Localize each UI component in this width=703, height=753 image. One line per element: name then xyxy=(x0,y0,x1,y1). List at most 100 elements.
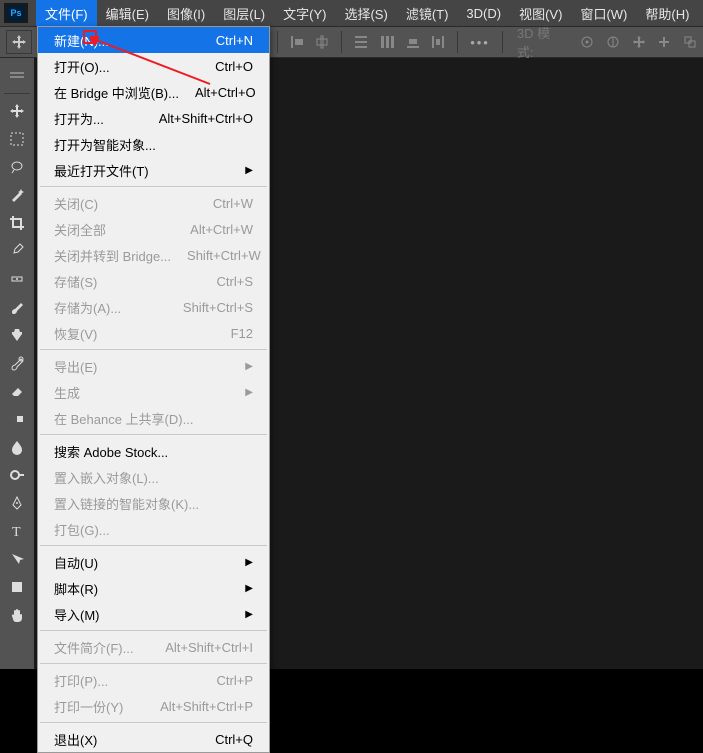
distribute-v-icon[interactable] xyxy=(374,30,400,54)
blur-tool-icon[interactable] xyxy=(2,434,32,460)
scale-icon[interactable] xyxy=(677,30,703,54)
brush-tool-icon[interactable] xyxy=(2,294,32,320)
menu-item-close[interactable]: 关闭(C) Ctrl+W xyxy=(38,190,269,216)
menu-filter[interactable]: 滤镜(T) xyxy=(397,0,458,26)
wand-tool-icon[interactable] xyxy=(2,182,32,208)
distribute-top-icon[interactable] xyxy=(348,30,374,54)
menu-item-open-as[interactable]: 打开为... Alt+Shift+Ctrl+O xyxy=(38,105,269,131)
menu-item-print[interactable]: 打印(P)... Ctrl+P xyxy=(38,667,269,693)
menu-item-scripts[interactable]: 脚本(R) ▶ xyxy=(38,575,269,601)
menu-item-shortcut: Alt+Shift+Ctrl+P xyxy=(144,699,253,714)
menu-item-label: 存储(S) xyxy=(54,272,97,291)
align-left-icon[interactable] xyxy=(284,30,310,54)
menu-item-label: 在 Bridge 中浏览(B)... xyxy=(54,83,179,102)
menu-item-new[interactable]: 新建(N)... Ctrl+N xyxy=(38,27,269,53)
hand-tool-icon[interactable] xyxy=(2,602,32,628)
menu-item-label: 最近打开文件(T) xyxy=(54,161,149,180)
menu-item-label: 恢复(V) xyxy=(54,324,97,343)
menu-item-label: 生成 xyxy=(54,383,80,402)
menu-item-recent[interactable]: 最近打开文件(T) ▶ xyxy=(38,157,269,183)
menu-item-exit[interactable]: 退出(X) Ctrl+Q xyxy=(38,726,269,752)
type-tool-icon[interactable]: T xyxy=(2,518,32,544)
menu-edit[interactable]: 编辑(E) xyxy=(97,0,158,26)
menu-item-label: 置入嵌入对象(L)... xyxy=(54,468,159,487)
menu-item-shortcut: F12 xyxy=(215,326,253,341)
shape-tool-icon[interactable] xyxy=(2,574,32,600)
slide-icon[interactable] xyxy=(652,30,678,54)
submenu-arrow-icon: ▶ xyxy=(245,583,253,594)
pen-tool-icon[interactable] xyxy=(2,490,32,516)
distribute-bottom-icon[interactable] xyxy=(400,30,426,54)
healing-tool-icon[interactable] xyxy=(2,266,32,292)
menu-item-close-bridge[interactable]: 关闭并转到 Bridge... Shift+Ctrl+W xyxy=(38,242,269,268)
menu-help[interactable]: 帮助(H) xyxy=(636,0,698,26)
menu-item-open-smart[interactable]: 打开为智能对象... xyxy=(38,131,269,157)
crop-tool-icon[interactable] xyxy=(2,210,32,236)
menu-item-shortcut: Ctrl+O xyxy=(199,59,253,74)
menu-window[interactable]: 窗口(W) xyxy=(571,0,636,26)
menu-file[interactable]: 文件(F) xyxy=(36,0,97,26)
eraser-tool-icon[interactable] xyxy=(2,378,32,404)
menu-item-shortcut: Ctrl+Q xyxy=(199,732,253,747)
menu-type[interactable]: 文字(Y) xyxy=(274,0,335,26)
menu-item-behance[interactable]: 在 Behance 上共享(D)... xyxy=(38,405,269,431)
roll-icon[interactable] xyxy=(600,30,626,54)
menu-item-shortcut: Alt+Ctrl+O xyxy=(179,85,256,100)
submenu-arrow-icon: ▶ xyxy=(245,557,253,568)
menu-item-search-stock[interactable]: 搜索 Adobe Stock... xyxy=(38,438,269,464)
menu-item-label: 自动(U) xyxy=(54,553,98,572)
pan-icon[interactable] xyxy=(626,30,652,54)
separator xyxy=(341,31,342,53)
menu-layer[interactable]: 图层(L) xyxy=(214,0,274,26)
menu-item-place-linked[interactable]: 置入链接的智能对象(K)... xyxy=(38,490,269,516)
tool-handles-icon[interactable] xyxy=(2,63,32,89)
menu-item-label: 打印(P)... xyxy=(54,671,108,690)
menu-item-generate[interactable]: 生成 ▶ xyxy=(38,379,269,405)
dodge-tool-icon[interactable] xyxy=(2,462,32,488)
align-center-h-icon[interactable] xyxy=(309,30,335,54)
lasso-tool-icon[interactable] xyxy=(2,154,32,180)
menu-item-label: 打印一份(Y) xyxy=(54,697,123,716)
current-tool-swatch[interactable] xyxy=(6,30,32,54)
distribute-h-icon[interactable] xyxy=(425,30,451,54)
menu-item-shortcut: Alt+Ctrl+W xyxy=(174,222,253,237)
history-brush-tool-icon[interactable] xyxy=(2,350,32,376)
menu-item-label: 关闭并转到 Bridge... xyxy=(54,246,171,265)
marquee-tool-icon[interactable] xyxy=(2,126,32,152)
orbit-icon[interactable] xyxy=(574,30,600,54)
separator xyxy=(4,93,30,94)
menubar: Ps 文件(F) 编辑(E) 图像(I) 图层(L) 文字(Y) 选择(S) 滤… xyxy=(0,0,703,26)
path-tool-icon[interactable] xyxy=(2,546,32,572)
menu-separator xyxy=(40,349,267,350)
clone-tool-icon[interactable] xyxy=(2,322,32,348)
menu-item-place-embedded[interactable]: 置入嵌入对象(L)... xyxy=(38,464,269,490)
menu-item-save[interactable]: 存储(S) Ctrl+S xyxy=(38,268,269,294)
menu-3d[interactable]: 3D(D) xyxy=(457,0,510,26)
menu-item-export[interactable]: 导出(E) ▶ xyxy=(38,353,269,379)
menu-item-label: 脚本(R) xyxy=(54,579,98,598)
eyedropper-tool-icon[interactable] xyxy=(2,238,32,264)
menu-item-label: 新建(N)... xyxy=(54,31,109,50)
move-tool-icon[interactable] xyxy=(2,98,32,124)
separator xyxy=(502,31,503,53)
menu-item-label: 存储为(A)... xyxy=(54,298,121,317)
menu-item-save-as[interactable]: 存储为(A)... Shift+Ctrl+S xyxy=(38,294,269,320)
menu-image[interactable]: 图像(I) xyxy=(158,0,214,26)
menu-item-open[interactable]: 打开(O)... Ctrl+O xyxy=(38,53,269,79)
menu-item-label: 搜索 Adobe Stock... xyxy=(54,442,168,461)
menu-item-shortcut: Alt+Shift+Ctrl+O xyxy=(143,111,253,126)
overflow-icon[interactable]: ••• xyxy=(464,35,496,50)
menu-item-print-one[interactable]: 打印一份(Y) Alt+Shift+Ctrl+P xyxy=(38,693,269,719)
menu-item-package[interactable]: 打包(G)... xyxy=(38,516,269,542)
menu-item-import[interactable]: 导入(M) ▶ xyxy=(38,601,269,627)
menu-item-revert[interactable]: 恢复(V) F12 xyxy=(38,320,269,346)
menu-item-label: 在 Behance 上共享(D)... xyxy=(54,409,193,428)
menu-item-browse-bridge[interactable]: 在 Bridge 中浏览(B)... Alt+Ctrl+O xyxy=(38,79,269,105)
menu-item-label: 导出(E) xyxy=(54,357,97,376)
menu-select[interactable]: 选择(S) xyxy=(335,0,396,26)
menu-item-close-all[interactable]: 关闭全部 Alt+Ctrl+W xyxy=(38,216,269,242)
menu-item-file-info[interactable]: 文件简介(F)... Alt+Shift+Ctrl+I xyxy=(38,634,269,660)
menu-item-label: 关闭(C) xyxy=(54,194,98,213)
menu-item-automate[interactable]: 自动(U) ▶ xyxy=(38,549,269,575)
gradient-tool-icon[interactable] xyxy=(2,406,32,432)
